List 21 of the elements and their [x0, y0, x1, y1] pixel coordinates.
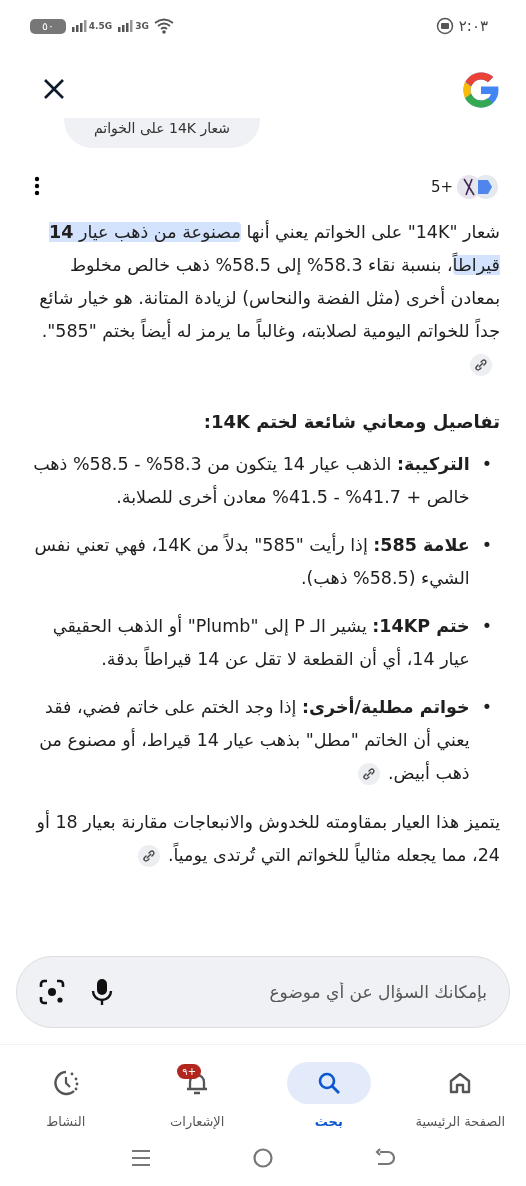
- bullet-text: علامة 585: إذا رأيت "585" بدلاً من 14K، فهي تعني نفس الشيء (58.5% ذهب).: [33, 532, 470, 591]
- clock-time: ٢:٠٣: [458, 17, 488, 35]
- bullet-marker: •: [481, 534, 492, 557]
- nav-tab[interactable]: ٩+ الإشعارات: [137, 1061, 258, 1130]
- network-indicator: 4.5G: [88, 21, 113, 31]
- source-count: 5+: [430, 178, 453, 196]
- notification-badge: ٩+: [177, 1064, 201, 1079]
- network-indicator: 3G: [135, 21, 149, 31]
- bullet-marker: •: [481, 453, 492, 476]
- nav-tab[interactable]: الصفحة الرئيسية: [400, 1061, 521, 1130]
- bullet-text: ختم 14KP: يشير الـ P إلى "Plumb" أو الذهب الحقيقي عيار 14، أي أن القطعة لا تقل عن 14 قيراطاً بدقة.: [51, 613, 470, 672]
- bullet-marker: •: [481, 696, 492, 719]
- nav-tab[interactable]: النشاط: [5, 1061, 126, 1130]
- nav-tab[interactable]: بحث: [268, 1061, 389, 1130]
- bullet-text: التركيبة: الذهب عيار 14 يتكون من 58.3% - 58.5% ذهب خالص + 41.7% - 41.5% معادن أخرى للصلابة.: [32, 453, 470, 509]
- bullet-text: خواتم مطلية/أخرى: إذا وجد الختم على خاتم فضي، فقد يعني أن الخاتم "مطل" بذهب عيار 14 قيراط، أو مصنوع من ذهب أبيض.: [38, 695, 470, 787]
- bullet-marker: •: [481, 615, 492, 638]
- battery-level: ٥٠: [30, 18, 66, 34]
- answer-paragraph: يتميز هذا العيار بمقاومته للخدوش والانبعاجات مقارنة بعيار 18 أو 24، مما يجعله مثالياً للخواتم التي تُرتدى يومياً.: [34, 809, 500, 869]
- query-bubble: شعار 14K على الخواتم: [63, 118, 260, 148]
- section-heading: تفاصيل ومعاني شائعة لختم 14K:: [202, 411, 500, 432]
